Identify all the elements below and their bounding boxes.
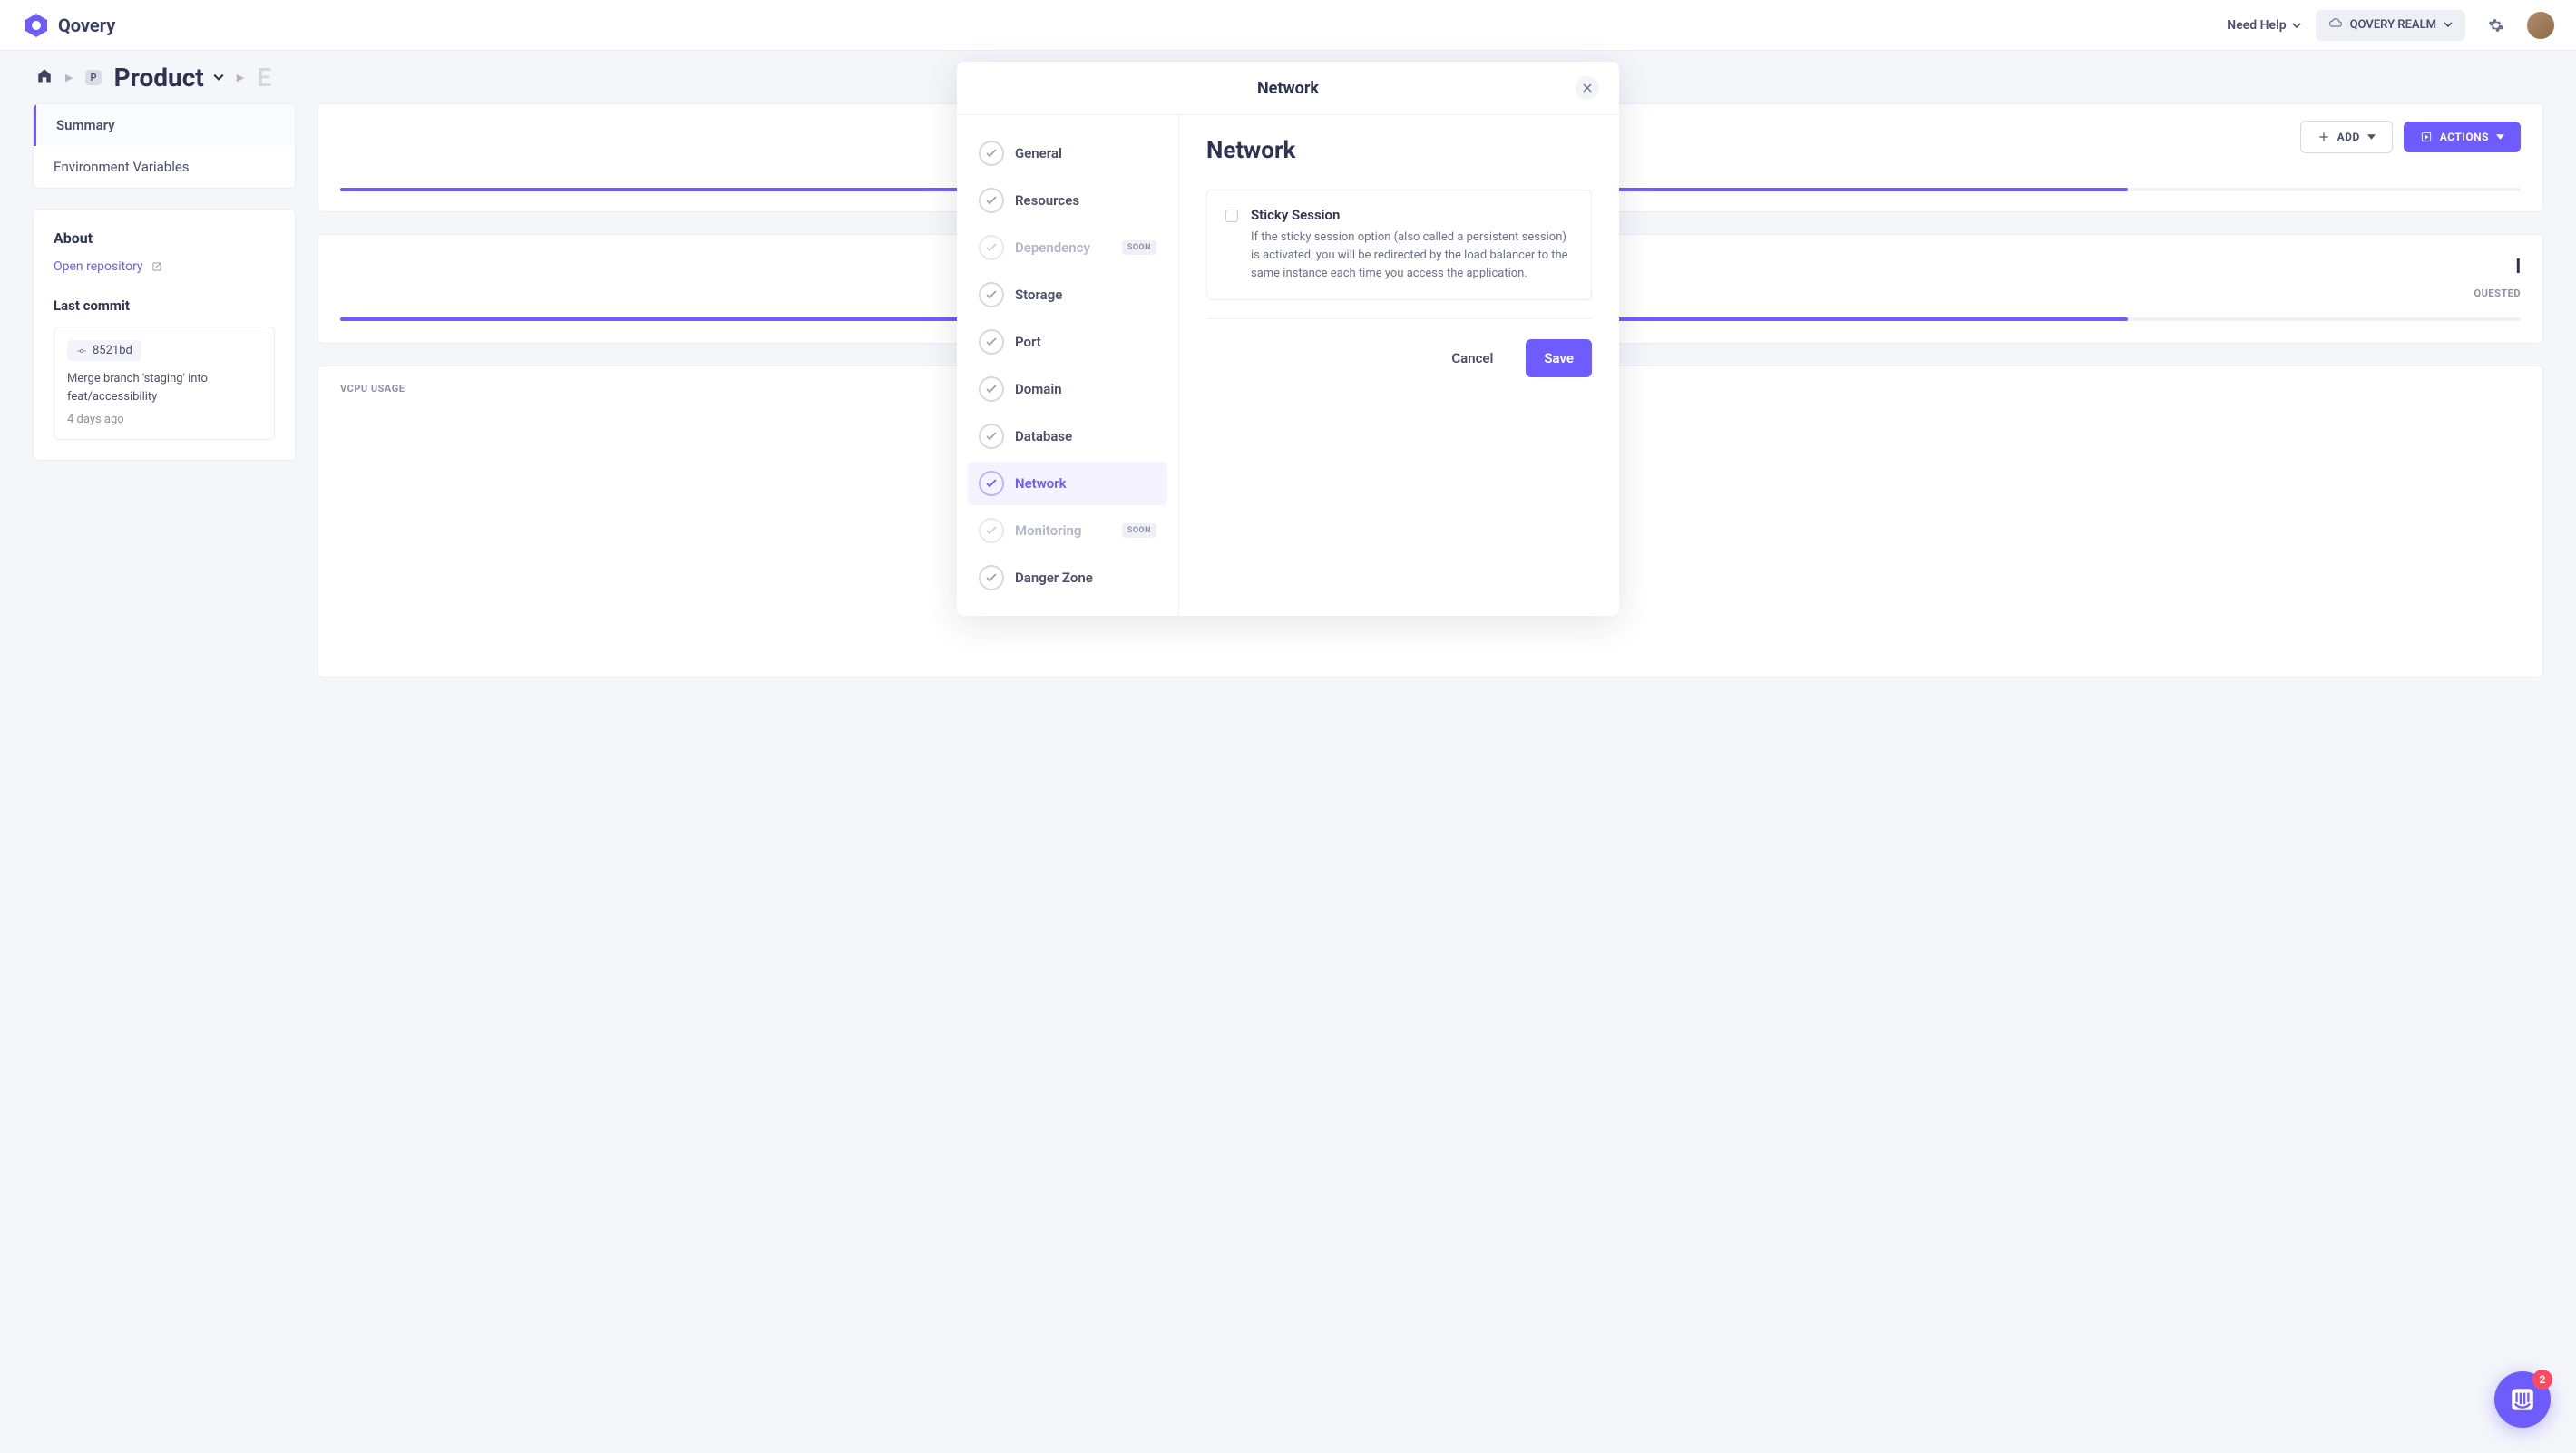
field-description: If the sticky session option (also calle… (1251, 229, 1573, 283)
settings-nav-item-monitoring: Monitoring SOON (968, 509, 1167, 552)
close-icon (1583, 83, 1592, 93)
save-label: Save (1544, 350, 1574, 366)
settings-nav: General Resources Dependency SOON Storage Por… (957, 115, 1179, 616)
check-circle-icon (979, 376, 1004, 402)
field-title: Sticky Session (1251, 207, 1573, 223)
settings-nav-label: Storage (1015, 287, 1062, 303)
soon-badge: SOON (1122, 523, 1156, 538)
settings-nav-item-danger-zone[interactable]: Danger Zone (968, 556, 1167, 600)
soon-badge: SOON (1122, 240, 1156, 255)
sticky-session-checkbox[interactable] (1225, 210, 1238, 222)
settings-nav-item-storage[interactable]: Storage (968, 273, 1167, 317)
modal-title: Network (1000, 79, 1576, 98)
check-circle-icon (979, 471, 1004, 496)
cancel-label: Cancel (1451, 350, 1493, 366)
settings-nav-label: Network (1015, 475, 1067, 492)
check-circle-icon (979, 235, 1004, 260)
settings-pane: Network Sticky Session If the sticky ses… (1179, 115, 1619, 616)
settings-nav-label: Dependency (1015, 239, 1090, 256)
modal-overlay: Network General Resources Dependency SOON St… (0, 0, 2576, 1453)
settings-nav-item-dependency: Dependency SOON (968, 226, 1167, 269)
check-circle-icon (979, 141, 1004, 166)
settings-nav-item-database[interactable]: Database (968, 414, 1167, 458)
pane-heading: Network (1206, 137, 1592, 164)
settings-nav-label: Domain (1015, 381, 1062, 397)
settings-nav-label: Resources (1015, 192, 1079, 209)
settings-nav-item-network[interactable]: Network (968, 462, 1167, 505)
settings-nav-label: Database (1015, 428, 1072, 444)
check-circle-icon (979, 188, 1004, 213)
close-button[interactable] (1576, 76, 1599, 100)
settings-nav-label: General (1015, 145, 1062, 161)
check-circle-icon (979, 329, 1004, 355)
cancel-button[interactable]: Cancel (1433, 339, 1511, 377)
check-circle-icon (979, 565, 1004, 590)
settings-nav-item-domain[interactable]: Domain (968, 367, 1167, 411)
settings-nav-item-port[interactable]: Port (968, 320, 1167, 364)
settings-nav-label: Danger Zone (1015, 570, 1093, 586)
check-circle-icon (979, 282, 1004, 307)
sticky-session-field: Sticky Session If the sticky session opt… (1206, 190, 1592, 300)
settings-nav-item-general[interactable]: General (968, 132, 1167, 175)
settings-nav-label: Monitoring (1015, 522, 1081, 539)
check-circle-icon (979, 424, 1004, 449)
settings-nav-label: Port (1015, 334, 1041, 350)
settings-nav-item-resources[interactable]: Resources (968, 179, 1167, 222)
save-button[interactable]: Save (1526, 339, 1592, 377)
settings-modal: Network General Resources Dependency SOON St… (957, 62, 1619, 616)
divider (1206, 318, 1592, 319)
check-circle-icon (979, 518, 1004, 543)
